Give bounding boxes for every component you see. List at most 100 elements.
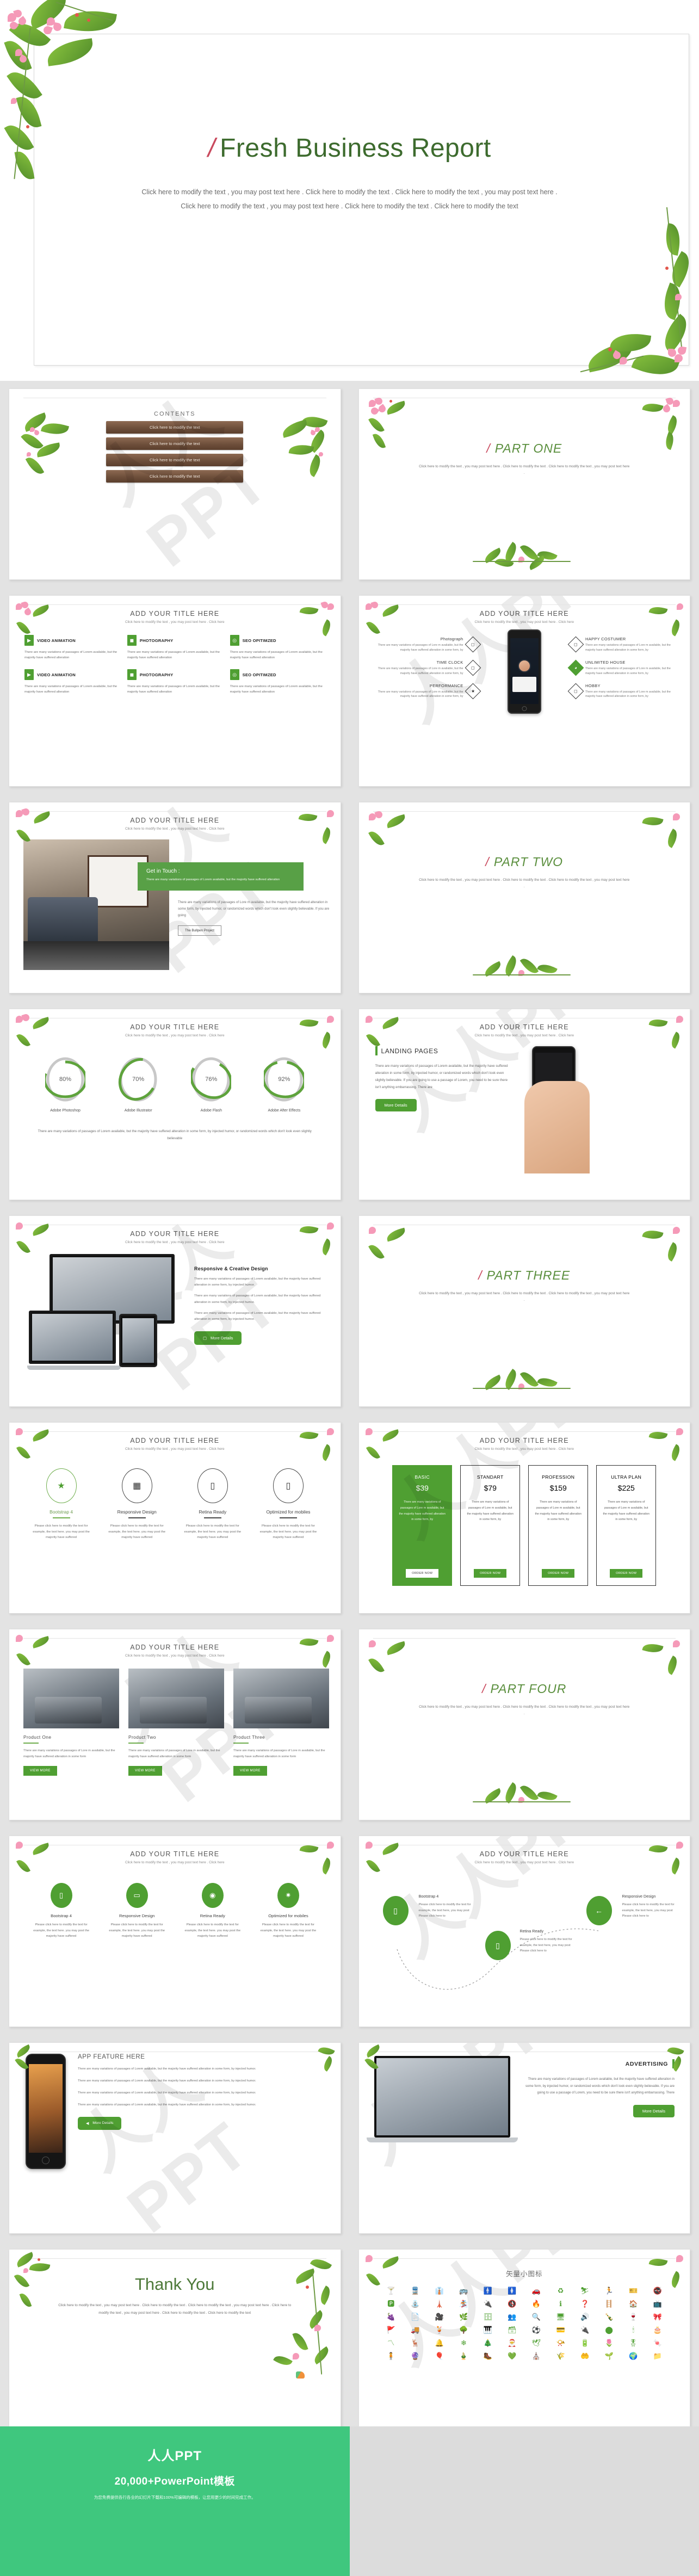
section-heading: APP FEATURE HERE — [78, 2054, 145, 2060]
contents-item-3[interactable]: Click here to modify the text — [106, 454, 244, 466]
phone-feature-item[interactable]: ◕ UNLIMITED HOUSE There are many variati… — [567, 659, 679, 676]
donut-item: 92% Adobe After Effects — [264, 1056, 305, 1113]
sheet-icon: 👥 — [508, 2313, 517, 2321]
slide-products[interactable]: 人人PPT ADD YOUR TITLE HERE Click here to … — [0, 1621, 350, 1828]
mobile-icon: ▯ — [50, 1883, 72, 1908]
slide-get-in-touch[interactable]: 人人PPT ADD YOUR TITLE HERE Click here to … — [0, 794, 350, 1001]
slide-timeline[interactable]: 人人PPT ADD YOUR TITLE HERE Click here to … — [349, 1828, 699, 2035]
plan-price: $159 — [549, 1484, 567, 1492]
contents-item-4[interactable]: Click here to modify the text — [106, 470, 244, 483]
sheet-icon: ℹ — [559, 2300, 562, 2308]
timeline-node[interactable]: ← — [586, 1896, 612, 1925]
more-details-button[interactable]: More Details — [633, 2104, 675, 2117]
more-details-button[interactable]: ▢ More Details — [194, 1331, 242, 1345]
sheet-icon: 🌳 — [459, 2326, 468, 2334]
sheet-icon: 👔 — [435, 2287, 444, 2295]
view-more-button[interactable]: VIEW MORE — [128, 1765, 162, 1776]
brand-logo: 人人PPT — [147, 2449, 202, 2463]
title-tick-icon: / — [486, 441, 491, 455]
circle-icon-item[interactable]: ★ Bootstrap 4 Please click here to modif… — [29, 1468, 94, 1541]
feature-item[interactable]: ▶ VIDEO ANIMATION There are many variatio… — [24, 635, 120, 660]
slide-advertising[interactable]: 人人PPT ADVERTISING There are many variati… — [349, 2035, 699, 2241]
slide-part-four[interactable]: / PART FOUR Click here to modify the text… — [349, 1621, 699, 1828]
speaker-icon: ◀ — [86, 2121, 89, 2126]
paragraph-4: There are many variations of passages of… — [78, 2103, 256, 2106]
pricing-plan[interactable]: ULTRA PLAN $225 There are many variation… — [596, 1465, 657, 1586]
sheet-icon: 🧍 — [386, 2352, 395, 2360]
feature-item[interactable]: ▶ VIDEO ANIMATION There are many variatio… — [24, 669, 120, 695]
phone-feature-item[interactable]: TIME CLOCK There are many variations of … — [370, 659, 481, 676]
timeline-node[interactable]: ▯ — [485, 1931, 511, 1960]
contents-item-2[interactable]: Click here to modify the text — [106, 437, 244, 450]
view-more-button[interactable]: VIEW MORE — [233, 1765, 267, 1776]
slide-feature-grid[interactable]: ADD YOUR TITLE HERE Click here to modify… — [0, 588, 350, 794]
slide-pricing[interactable]: 人人PPT ADD YOUR TITLE HERE Click here to … — [349, 1414, 699, 1621]
phone-feature-item[interactable]: ◻ HOBBY There are many variations of pas… — [567, 683, 679, 700]
slide-title: ADD YOUR TITLE HERE — [130, 817, 220, 824]
feature-item[interactable]: ◼ PHOTOGRAPHY There are many variations o… — [127, 669, 222, 695]
slide-icon-sheet[interactable]: 人人PPT 矢量小图标 🍸 🚆 👔 🚌 🚹 🚺 🚗 ♻ ⛷ 🏃 🎫 🚭 🅿 ⛲ 🗼 🏂 🔌 🚯 🔥 ℹ ❓ 🪜 🏠 📺 🍇 📄 🎥 🌿… — [349, 2241, 699, 2448]
slide-skill-donuts[interactable]: ADD YOUR TITLE HERE Click here to modify… — [0, 1001, 350, 1208]
more-details-button[interactable]: More Details — [375, 1099, 417, 1112]
product-card[interactable]: Product Two There are many variations of… — [128, 1669, 224, 1776]
slide-subtitle: Click here to modify the text , you may … — [125, 1861, 225, 1864]
feature-item[interactable]: ◎ SEO OPITIMZED There are many variations… — [230, 669, 325, 695]
slide-title: ADD YOUR TITLE HERE — [479, 1023, 569, 1031]
slide-part-three[interactable]: / PART THREE Click here to modify the tex… — [349, 1208, 699, 1414]
sheet-icon: 🔔 — [435, 2339, 444, 2347]
feature-item[interactable]: ◎ SEO OPITIMZED There are many variations… — [230, 635, 325, 660]
slide-grid: 人人PPT CONTENTS Click here to modify the … — [0, 381, 699, 2448]
feature-item[interactable]: ◼ PHOTOGRAPHY There are many variations o… — [127, 635, 222, 660]
more-details-button[interactable]: ◀ More Details — [78, 2116, 122, 2130]
slide-circle-icons[interactable]: ADD YOUR TITLE HERE Click here to modify… — [0, 1414, 350, 1621]
slide-filled-icons[interactable]: ADD YOUR TITLE HERE Click here to modify… — [0, 1828, 350, 2035]
view-more-button[interactable]: VIEW MORE — [23, 1765, 57, 1776]
part-subtitle: Click here to modify the text , you may … — [419, 878, 630, 889]
order-now-button[interactable]: ORDER NOW — [474, 1569, 507, 1578]
order-now-button[interactable]: ORDER NOW — [406, 1569, 439, 1578]
phone-feature-item[interactable]: ◻ HAPPY COSTUMER There are many variatio… — [567, 636, 679, 653]
footer-filler — [349, 2426, 699, 2576]
feature-body: There are many variations of passages of… — [585, 667, 671, 675]
product-card[interactable]: Product One There are many variations of… — [23, 1669, 119, 1776]
circle-icon-item[interactable]: ▦ Responsive Design Please click here to… — [105, 1468, 169, 1541]
circle-icon-item[interactable]: ▯ Optimized for mobiles Please click her… — [256, 1468, 320, 1541]
slide-phone-features[interactable]: 人人PPT ADD YOUR TITLE HERE Click here to … — [349, 588, 699, 794]
sheet-icon: 🔮 — [411, 2352, 420, 2360]
timeline-node[interactable]: ▯ — [382, 1896, 409, 1925]
slide-landing-pages[interactable]: 人人PPT ADD YOUR TITLE HERE Click here to … — [349, 1001, 699, 1208]
bullpen-project-button[interactable]: The Bullpen Project — [178, 925, 221, 936]
pricing-plan[interactable]: STANDART $79 There are many variations o… — [460, 1465, 521, 1586]
sheet-icon: ♻ — [557, 2287, 564, 2295]
slide-contents[interactable]: 人人PPT CONTENTS Click here to modify the … — [0, 381, 350, 588]
circle-icon-item[interactable]: ▯ Retina Ready Please click here to modi… — [181, 1468, 245, 1541]
part-subtitle: Click here to modify the text , you may … — [419, 465, 630, 475]
pricing-plan[interactable]: PROFESSION $159 There are many variation… — [528, 1465, 589, 1586]
pricing-table: BASIC $39 There are many variations of p… — [359, 1451, 690, 1586]
floral-decoration-left — [18, 411, 78, 498]
feature-body: There are many variations of passages of… — [378, 667, 463, 675]
slide-part-two[interactable]: / PART TWO Click here to modify the text … — [349, 794, 699, 1001]
filled-icon-item[interactable]: ✷ Optimized for mobiles Please click her… — [256, 1883, 321, 1939]
feature-title: PERFORMANCE — [429, 683, 463, 688]
filled-icon-item[interactable]: ◉ Retina Ready Please click here to modi… — [180, 1883, 245, 1939]
product-card[interactable]: Product Three There are many variations … — [233, 1669, 329, 1776]
order-now-button[interactable]: ORDER NOW — [542, 1569, 575, 1578]
sheet-icon: ⛲ — [411, 2300, 420, 2308]
filled-icon-item[interactable]: ▯ Bootstrap 4 Please click here to modif… — [29, 1883, 94, 1939]
contents-item-1[interactable]: Click here to modify the text — [106, 421, 244, 434]
phone-feature-item[interactable]: Photograph There are many variations of … — [370, 636, 481, 653]
plan-desc: There are many variations of passages of… — [399, 1500, 446, 1522]
slide-subtitle: Click here to modify the text , you may … — [474, 620, 574, 624]
feature-label: VIDEO ANIMATION — [37, 672, 76, 677]
donut-value: 92% — [278, 1076, 290, 1083]
pricing-plan[interactable]: BASIC $39 There are many variations of p… — [392, 1465, 453, 1586]
filled-icon-item[interactable]: ▭ Responsive Design Please click here to… — [104, 1883, 170, 1939]
node-body: Please click here to modify the text for… — [519, 1938, 572, 1953]
slide-app-feature[interactable]: 人人PPT APP FEATURE HERE There are many va… — [0, 2035, 350, 2241]
phone-feature-item[interactable]: PERFORMANCE There are many variations of… — [370, 683, 481, 700]
slide-part-one[interactable]: / PART ONE Click here to modify the text … — [349, 381, 699, 588]
slide-thank-you[interactable]: Thank You Click here to modify the text … — [0, 2241, 350, 2448]
slide-responsive-design[interactable]: 人人PPT ADD YOUR TITLE HERE Click here to … — [0, 1208, 350, 1414]
order-now-button[interactable]: ORDER NOW — [610, 1569, 643, 1578]
